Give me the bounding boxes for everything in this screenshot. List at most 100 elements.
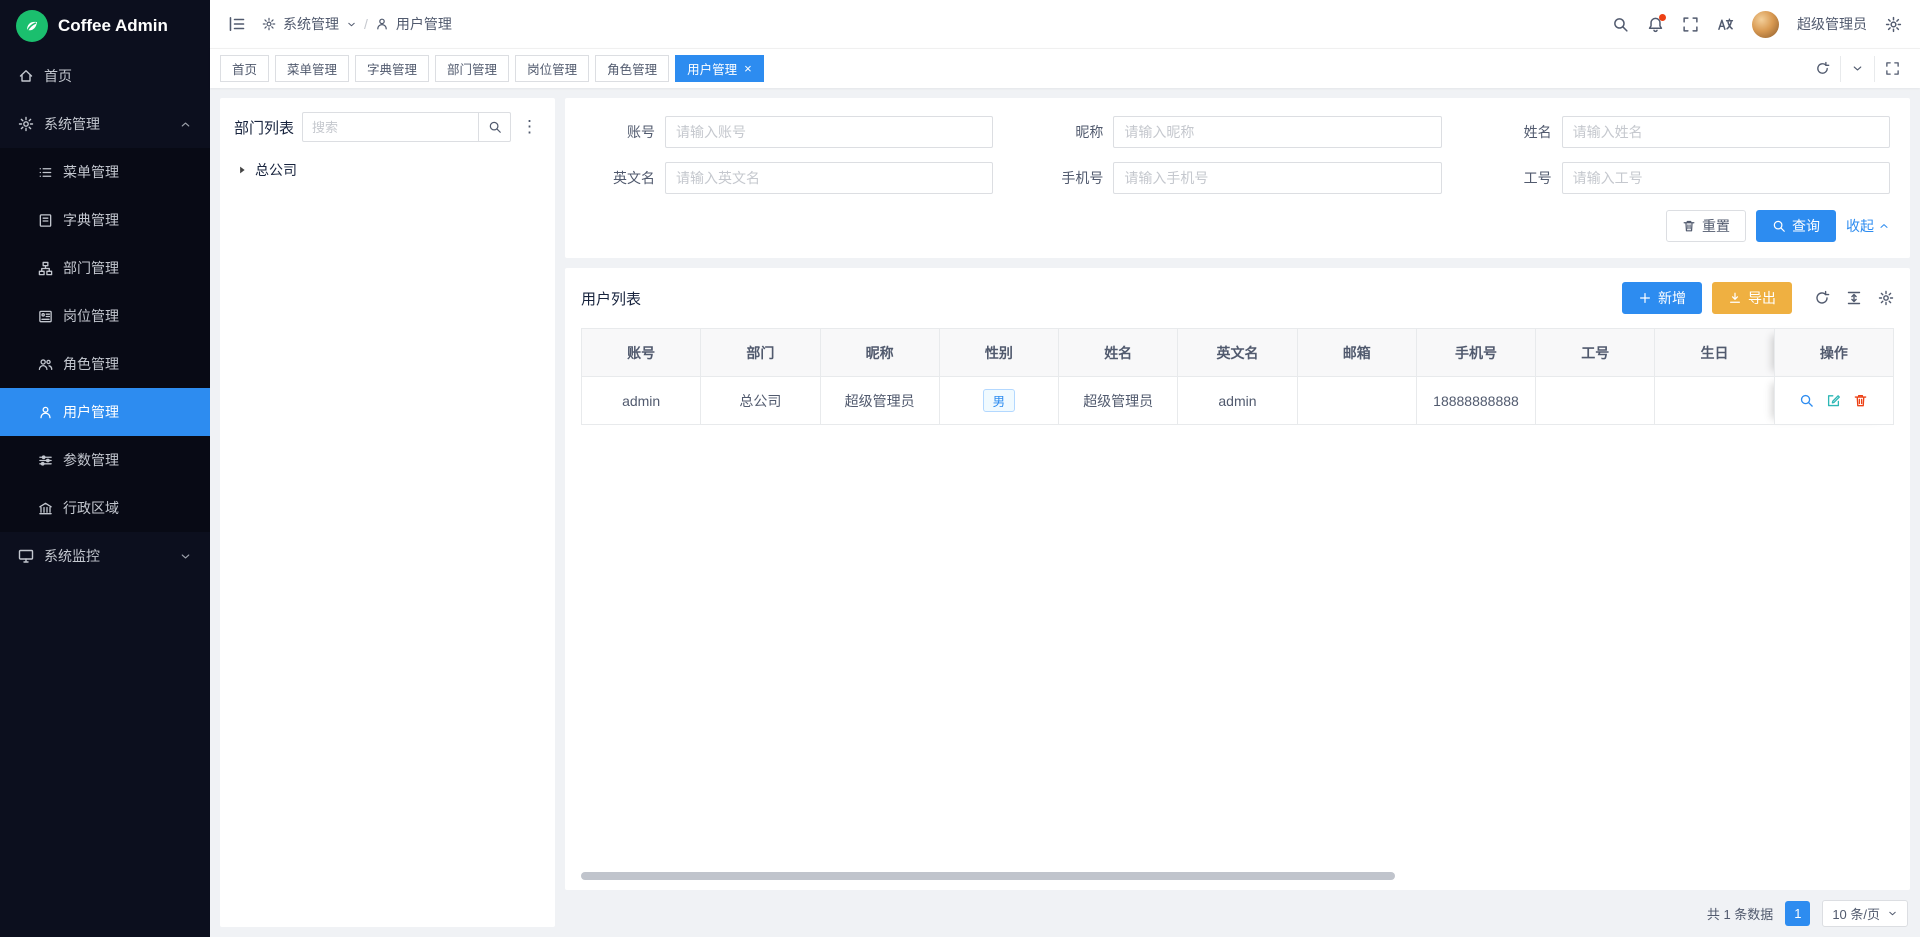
query-button[interactable]: 查询 xyxy=(1756,210,1836,242)
sidebar-item-label: 部门管理 xyxy=(63,258,119,278)
search-icon xyxy=(488,120,502,134)
current-username[interactable]: 超级管理员 xyxy=(1797,14,1867,34)
page-button-1[interactable]: 1 xyxy=(1785,901,1810,926)
cell-email xyxy=(1297,377,1416,425)
header-nickname: 昵称 xyxy=(820,329,939,377)
tab-options-button[interactable] xyxy=(1840,56,1874,82)
sidebar-item-param-mgmt[interactable]: 参数管理 xyxy=(0,436,210,484)
tree-node-head-office[interactable]: 总公司 xyxy=(234,156,541,184)
sidebar-item-user-mgmt[interactable]: 用户管理 xyxy=(0,388,210,436)
sidebar-item-post-mgmt[interactable]: 岗位管理 xyxy=(0,292,210,340)
user-list-title: 用户列表 xyxy=(581,288,641,309)
sidebar-item-dict-mgmt[interactable]: 字典管理 xyxy=(0,196,210,244)
sidebar-item-label: 行政区域 xyxy=(63,498,119,518)
name-label: 姓名 xyxy=(1482,122,1562,142)
sidebar-item-system-mgmt[interactable]: 系统管理 xyxy=(0,100,210,148)
english-name-field[interactable] xyxy=(665,162,993,194)
system-submenu: 菜单管理 字典管理 部门管理 岗位管理 角色管理 xyxy=(0,148,210,532)
caret-right-icon[interactable] xyxy=(236,164,248,176)
header-birthday: 生日 xyxy=(1655,329,1774,377)
sidebar-item-label: 字典管理 xyxy=(63,210,119,230)
avatar[interactable] xyxy=(1752,11,1779,38)
more-options-icon[interactable]: ⋮ xyxy=(519,117,541,137)
export-button[interactable]: 导出 xyxy=(1712,282,1792,314)
account-field[interactable] xyxy=(665,116,993,148)
sidebar-item-region-mgmt[interactable]: 行政区域 xyxy=(0,484,210,532)
work-no-field[interactable] xyxy=(1562,162,1890,194)
language-button[interactable] xyxy=(1717,16,1734,33)
phone-field[interactable] xyxy=(1113,162,1441,194)
people-icon xyxy=(38,357,53,372)
view-row-button[interactable] xyxy=(1799,393,1814,408)
tab-user-mgmt[interactable]: 用户管理 × xyxy=(675,55,764,82)
cell-account: admin xyxy=(582,377,701,425)
phone-label: 手机号 xyxy=(1033,168,1113,188)
refresh-tab-button[interactable] xyxy=(1805,61,1840,76)
sidebar: Coffee Admin 首页 系统管理 菜单管理 字典管理 xyxy=(0,0,210,937)
department-search xyxy=(302,112,511,142)
breadcrumb-user-mgmt: 用户管理 xyxy=(396,14,452,34)
add-user-button[interactable]: 新增 xyxy=(1622,282,1702,314)
header-dept: 部门 xyxy=(701,329,820,377)
user-list-card: 用户列表 新增 导出 xyxy=(565,268,1910,890)
sidebar-item-role-mgmt[interactable]: 角色管理 xyxy=(0,340,210,388)
right-column: 账号 昵称 姓名 英文名 xyxy=(565,98,1910,927)
tab-dept-mgmt[interactable]: 部门管理 xyxy=(435,55,509,82)
org-chart-icon xyxy=(38,261,53,276)
cell-gender: 男 xyxy=(939,377,1058,425)
table-settings-button[interactable] xyxy=(1878,290,1894,306)
sidebar-item-dept-mgmt[interactable]: 部门管理 xyxy=(0,244,210,292)
breadcrumb-separator: / xyxy=(364,16,368,32)
trash-icon xyxy=(1853,393,1868,408)
tab-post-mgmt[interactable]: 岗位管理 xyxy=(515,55,589,82)
collapse-form-button[interactable]: 收起 xyxy=(1846,216,1890,236)
chevron-up-icon xyxy=(1878,220,1890,232)
badge-icon xyxy=(38,309,53,324)
edit-row-button[interactable] xyxy=(1826,393,1841,408)
sidebar-item-label: 角色管理 xyxy=(63,354,119,374)
tab-role-mgmt[interactable]: 角色管理 xyxy=(595,55,669,82)
chevron-down-icon[interactable] xyxy=(346,19,357,30)
nickname-field[interactable] xyxy=(1113,116,1441,148)
search-icon xyxy=(1799,393,1814,408)
department-tree: 总公司 xyxy=(234,156,541,184)
search-icon xyxy=(1612,16,1629,33)
header-name: 姓名 xyxy=(1059,329,1178,377)
sidebar-item-label: 首页 xyxy=(44,66,72,86)
row-density-button[interactable] xyxy=(1846,290,1862,306)
settings-button[interactable] xyxy=(1885,16,1902,33)
department-search-input[interactable] xyxy=(302,112,479,142)
tab-home[interactable]: 首页 xyxy=(220,55,269,82)
sidebar-item-home[interactable]: 首页 xyxy=(0,52,210,100)
tab-dict-mgmt[interactable]: 字典管理 xyxy=(355,55,429,82)
name-field[interactable] xyxy=(1562,116,1890,148)
table-header-row: 账号 部门 昵称 性别 姓名 英文名 邮箱 手机号 工号 生日 操作 xyxy=(582,329,1894,377)
global-search-button[interactable] xyxy=(1612,16,1629,33)
refresh-icon xyxy=(1814,290,1830,306)
sidebar-item-system-monitor[interactable]: 系统监控 xyxy=(0,532,210,580)
edit-icon xyxy=(1826,393,1841,408)
department-search-button[interactable] xyxy=(479,112,511,142)
page-size-select[interactable]: 10 条/页 xyxy=(1822,900,1908,927)
content-fullscreen-button[interactable] xyxy=(1874,56,1910,82)
refresh-table-button[interactable] xyxy=(1814,290,1830,306)
collapse-sidebar-button[interactable] xyxy=(228,15,246,33)
tab-menu-mgmt[interactable]: 菜单管理 xyxy=(275,55,349,82)
gear-icon xyxy=(18,116,34,132)
department-panel-title: 部门列表 xyxy=(234,117,294,138)
sidebar-item-label: 用户管理 xyxy=(63,402,119,422)
sidebar-item-label: 菜单管理 xyxy=(63,162,119,182)
delete-row-button[interactable] xyxy=(1853,393,1868,408)
fullscreen-button[interactable] xyxy=(1682,16,1699,33)
indent-icon xyxy=(228,15,246,33)
fullscreen-icon xyxy=(1682,16,1699,33)
notifications-button[interactable] xyxy=(1647,16,1664,33)
cell-work-no xyxy=(1536,377,1655,425)
reset-button[interactable]: 重置 xyxy=(1666,210,1746,242)
close-icon[interactable]: × xyxy=(744,62,752,75)
breadcrumb-system-mgmt[interactable]: 系统管理 xyxy=(283,14,339,34)
header-work-no: 工号 xyxy=(1536,329,1655,377)
sidebar-item-menu-mgmt[interactable]: 菜单管理 xyxy=(0,148,210,196)
cell-actions xyxy=(1774,377,1893,425)
horizontal-scrollbar[interactable] xyxy=(581,872,1395,880)
